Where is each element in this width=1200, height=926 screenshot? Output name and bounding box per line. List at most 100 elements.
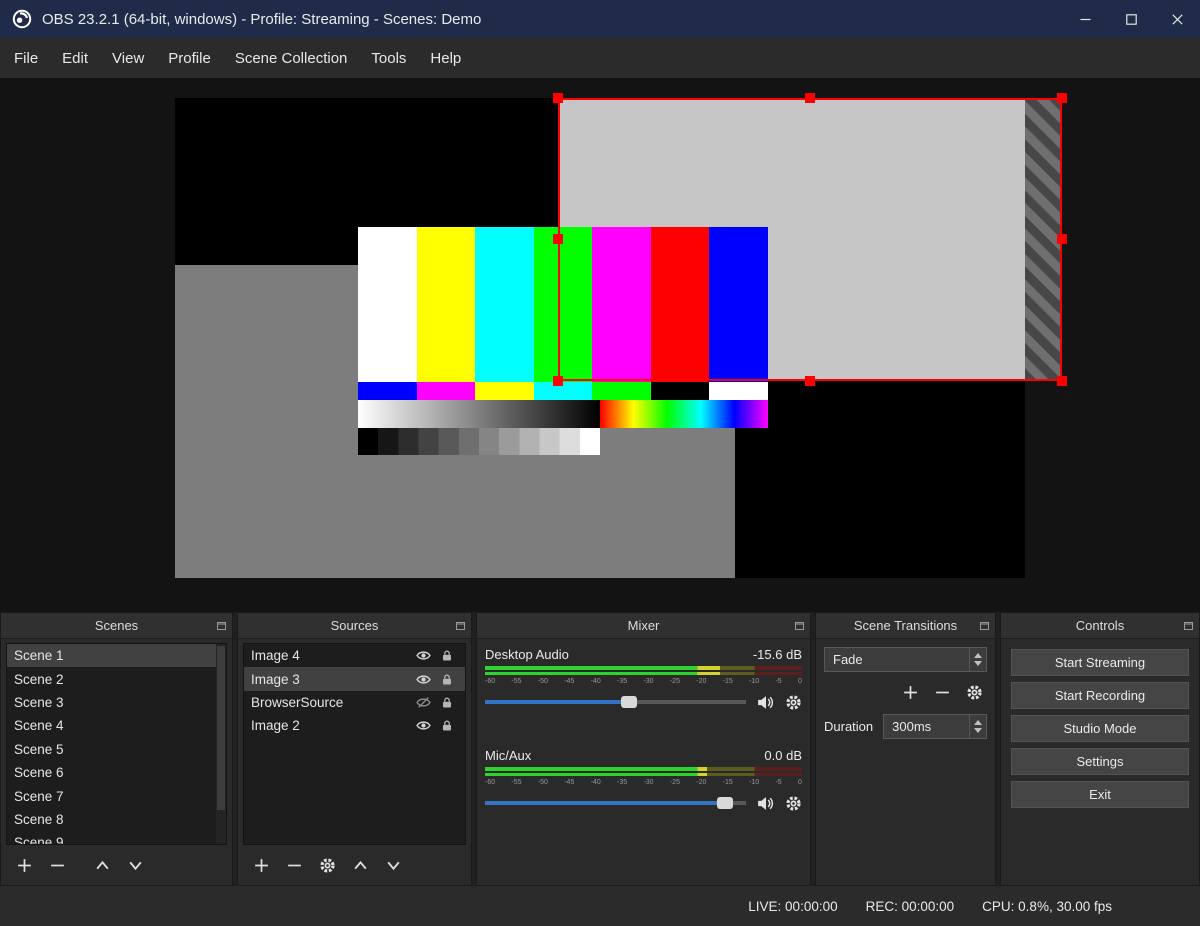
scene-list-item[interactable]: Scene 1 bbox=[7, 644, 226, 668]
move-source-down-button[interactable] bbox=[385, 857, 402, 874]
volume-slider[interactable] bbox=[485, 797, 746, 809]
visibility-toggle[interactable] bbox=[411, 672, 435, 687]
slider-handle[interactable] bbox=[620, 696, 637, 708]
tick-label: -45 bbox=[564, 677, 575, 685]
remove-transition-button[interactable] bbox=[934, 684, 951, 701]
mute-button[interactable] bbox=[756, 693, 775, 712]
duration-spinbox[interactable]: 300ms bbox=[883, 714, 987, 739]
tick-label: -60 bbox=[485, 778, 496, 786]
chevron-down-icon[interactable] bbox=[974, 728, 982, 733]
minimize-button[interactable] bbox=[1062, 0, 1108, 38]
selection-handle-top-left[interactable] bbox=[553, 93, 563, 103]
scene-list-item[interactable]: Scene 6 bbox=[7, 761, 226, 784]
add-transition-button[interactable] bbox=[902, 684, 919, 701]
exit-button[interactable]: Exit bbox=[1011, 781, 1189, 808]
menu-item-view[interactable]: View bbox=[100, 44, 156, 73]
bar-cyan bbox=[475, 227, 534, 383]
sources-dock-header[interactable]: Sources bbox=[238, 613, 471, 639]
visibility-toggle[interactable] bbox=[411, 648, 435, 663]
title-bar: OBS 23.2.1 (64-bit, windows) - Profile: … bbox=[0, 0, 1200, 38]
scene-list-item[interactable]: Scene 3 bbox=[7, 691, 226, 714]
chevron-up-icon[interactable] bbox=[974, 720, 982, 725]
start-recording-button[interactable]: Start Recording bbox=[1011, 682, 1189, 709]
mixer-dock-header[interactable]: Mixer bbox=[477, 613, 810, 639]
menu-item-file[interactable]: File bbox=[2, 44, 50, 73]
add-scene-button[interactable] bbox=[16, 857, 33, 874]
scene-list-item[interactable]: Scene 4 bbox=[7, 714, 226, 737]
volume-slider[interactable] bbox=[485, 696, 746, 708]
visibility-toggle[interactable] bbox=[411, 718, 435, 733]
tick-label: -10 bbox=[749, 677, 760, 685]
slider-handle[interactable] bbox=[717, 797, 734, 809]
remove-source-button[interactable] bbox=[286, 857, 303, 874]
selection-handle-top-middle[interactable] bbox=[805, 93, 815, 103]
menu-item-help[interactable]: Help bbox=[418, 44, 473, 73]
tick-label: -15 bbox=[722, 778, 733, 786]
source-list-item[interactable]: BrowserSource bbox=[244, 691, 465, 714]
visibility-toggle[interactable] bbox=[411, 695, 435, 710]
chevron-down-icon[interactable] bbox=[974, 661, 982, 666]
settings-button[interactable]: Settings bbox=[1011, 748, 1189, 775]
audio-settings-button[interactable] bbox=[785, 694, 802, 711]
source-list-item[interactable]: Image 3 bbox=[244, 667, 465, 691]
transition-properties-button[interactable] bbox=[966, 684, 983, 701]
menu-item-profile[interactable]: Profile bbox=[156, 44, 223, 73]
remove-scene-button[interactable] bbox=[49, 857, 66, 874]
spinbox-arrows[interactable] bbox=[969, 715, 986, 738]
source-properties-button[interactable] bbox=[319, 857, 336, 874]
lock-toggle[interactable] bbox=[435, 696, 459, 709]
tick-label: -35 bbox=[617, 778, 628, 786]
studio-mode-button[interactable]: Studio Mode bbox=[1011, 715, 1189, 742]
tick-label: -30 bbox=[643, 677, 654, 685]
move-scene-down-button[interactable] bbox=[127, 857, 144, 874]
audio-settings-button[interactable] bbox=[785, 795, 802, 812]
volume-meter bbox=[485, 767, 802, 776]
scene-list-item[interactable]: Scene 5 bbox=[7, 738, 226, 761]
scenes-scrollbar[interactable] bbox=[216, 644, 226, 844]
dock-float-icon[interactable] bbox=[795, 621, 804, 630]
scene-list-item[interactable]: Scene 2 bbox=[7, 667, 226, 690]
dock-float-icon[interactable] bbox=[1184, 621, 1193, 630]
add-source-button[interactable] bbox=[253, 857, 270, 874]
dock-float-icon[interactable] bbox=[980, 621, 989, 630]
selection-handle-bottom-middle[interactable] bbox=[805, 376, 815, 386]
mute-button[interactable] bbox=[756, 794, 775, 813]
move-source-up-button[interactable] bbox=[352, 857, 369, 874]
speaker-icon bbox=[758, 695, 774, 709]
close-button[interactable] bbox=[1154, 0, 1200, 38]
gear-icon bbox=[786, 694, 801, 710]
source-list-item[interactable]: Image 2 bbox=[244, 714, 465, 737]
controls-dock-header[interactable]: Controls bbox=[1001, 613, 1199, 639]
scene-list-item[interactable]: Scene 8 bbox=[7, 808, 226, 831]
preview-area bbox=[0, 78, 1200, 612]
video-canvas[interactable] bbox=[175, 93, 1067, 578]
move-scene-up-button[interactable] bbox=[94, 857, 111, 874]
dock-row: Scenes Scene 1 Scene 2 Scene 3 Scene 4 S… bbox=[0, 612, 1200, 886]
lock-toggle[interactable] bbox=[435, 673, 459, 686]
combo-arrows[interactable] bbox=[969, 648, 986, 671]
transition-select[interactable]: Fade bbox=[824, 647, 987, 672]
lock-toggle[interactable] bbox=[435, 719, 459, 732]
dock-float-icon[interactable] bbox=[456, 621, 465, 630]
scene-list-item[interactable]: Scene 9 bbox=[7, 831, 226, 844]
dock-float-icon[interactable] bbox=[217, 621, 226, 630]
selection-handle-middle-left[interactable] bbox=[553, 234, 563, 244]
tick-label: -60 bbox=[485, 677, 496, 685]
lock-toggle[interactable] bbox=[435, 649, 459, 662]
sources-dock-title: Sources bbox=[330, 618, 379, 633]
selection-handle-middle-right[interactable] bbox=[1057, 234, 1067, 244]
selection-handle-bottom-right[interactable] bbox=[1057, 376, 1067, 386]
selection-handle-top-right[interactable] bbox=[1057, 93, 1067, 103]
chevron-up-icon[interactable] bbox=[974, 653, 982, 658]
menu-item-scene-collection[interactable]: Scene Collection bbox=[223, 44, 360, 73]
start-streaming-button[interactable]: Start Streaming bbox=[1011, 649, 1189, 676]
menu-item-tools[interactable]: Tools bbox=[359, 44, 418, 73]
selection-handle-bottom-left[interactable] bbox=[553, 376, 563, 386]
scrollbar-thumb[interactable] bbox=[217, 646, 225, 810]
scenes-dock-header[interactable]: Scenes bbox=[1, 613, 232, 639]
maximize-button[interactable] bbox=[1108, 0, 1154, 38]
menu-item-edit[interactable]: Edit bbox=[50, 44, 100, 73]
transitions-dock-header[interactable]: Scene Transitions bbox=[816, 613, 995, 639]
source-list-item[interactable]: Image 4 bbox=[244, 644, 465, 667]
scene-list-item[interactable]: Scene 7 bbox=[7, 784, 226, 807]
